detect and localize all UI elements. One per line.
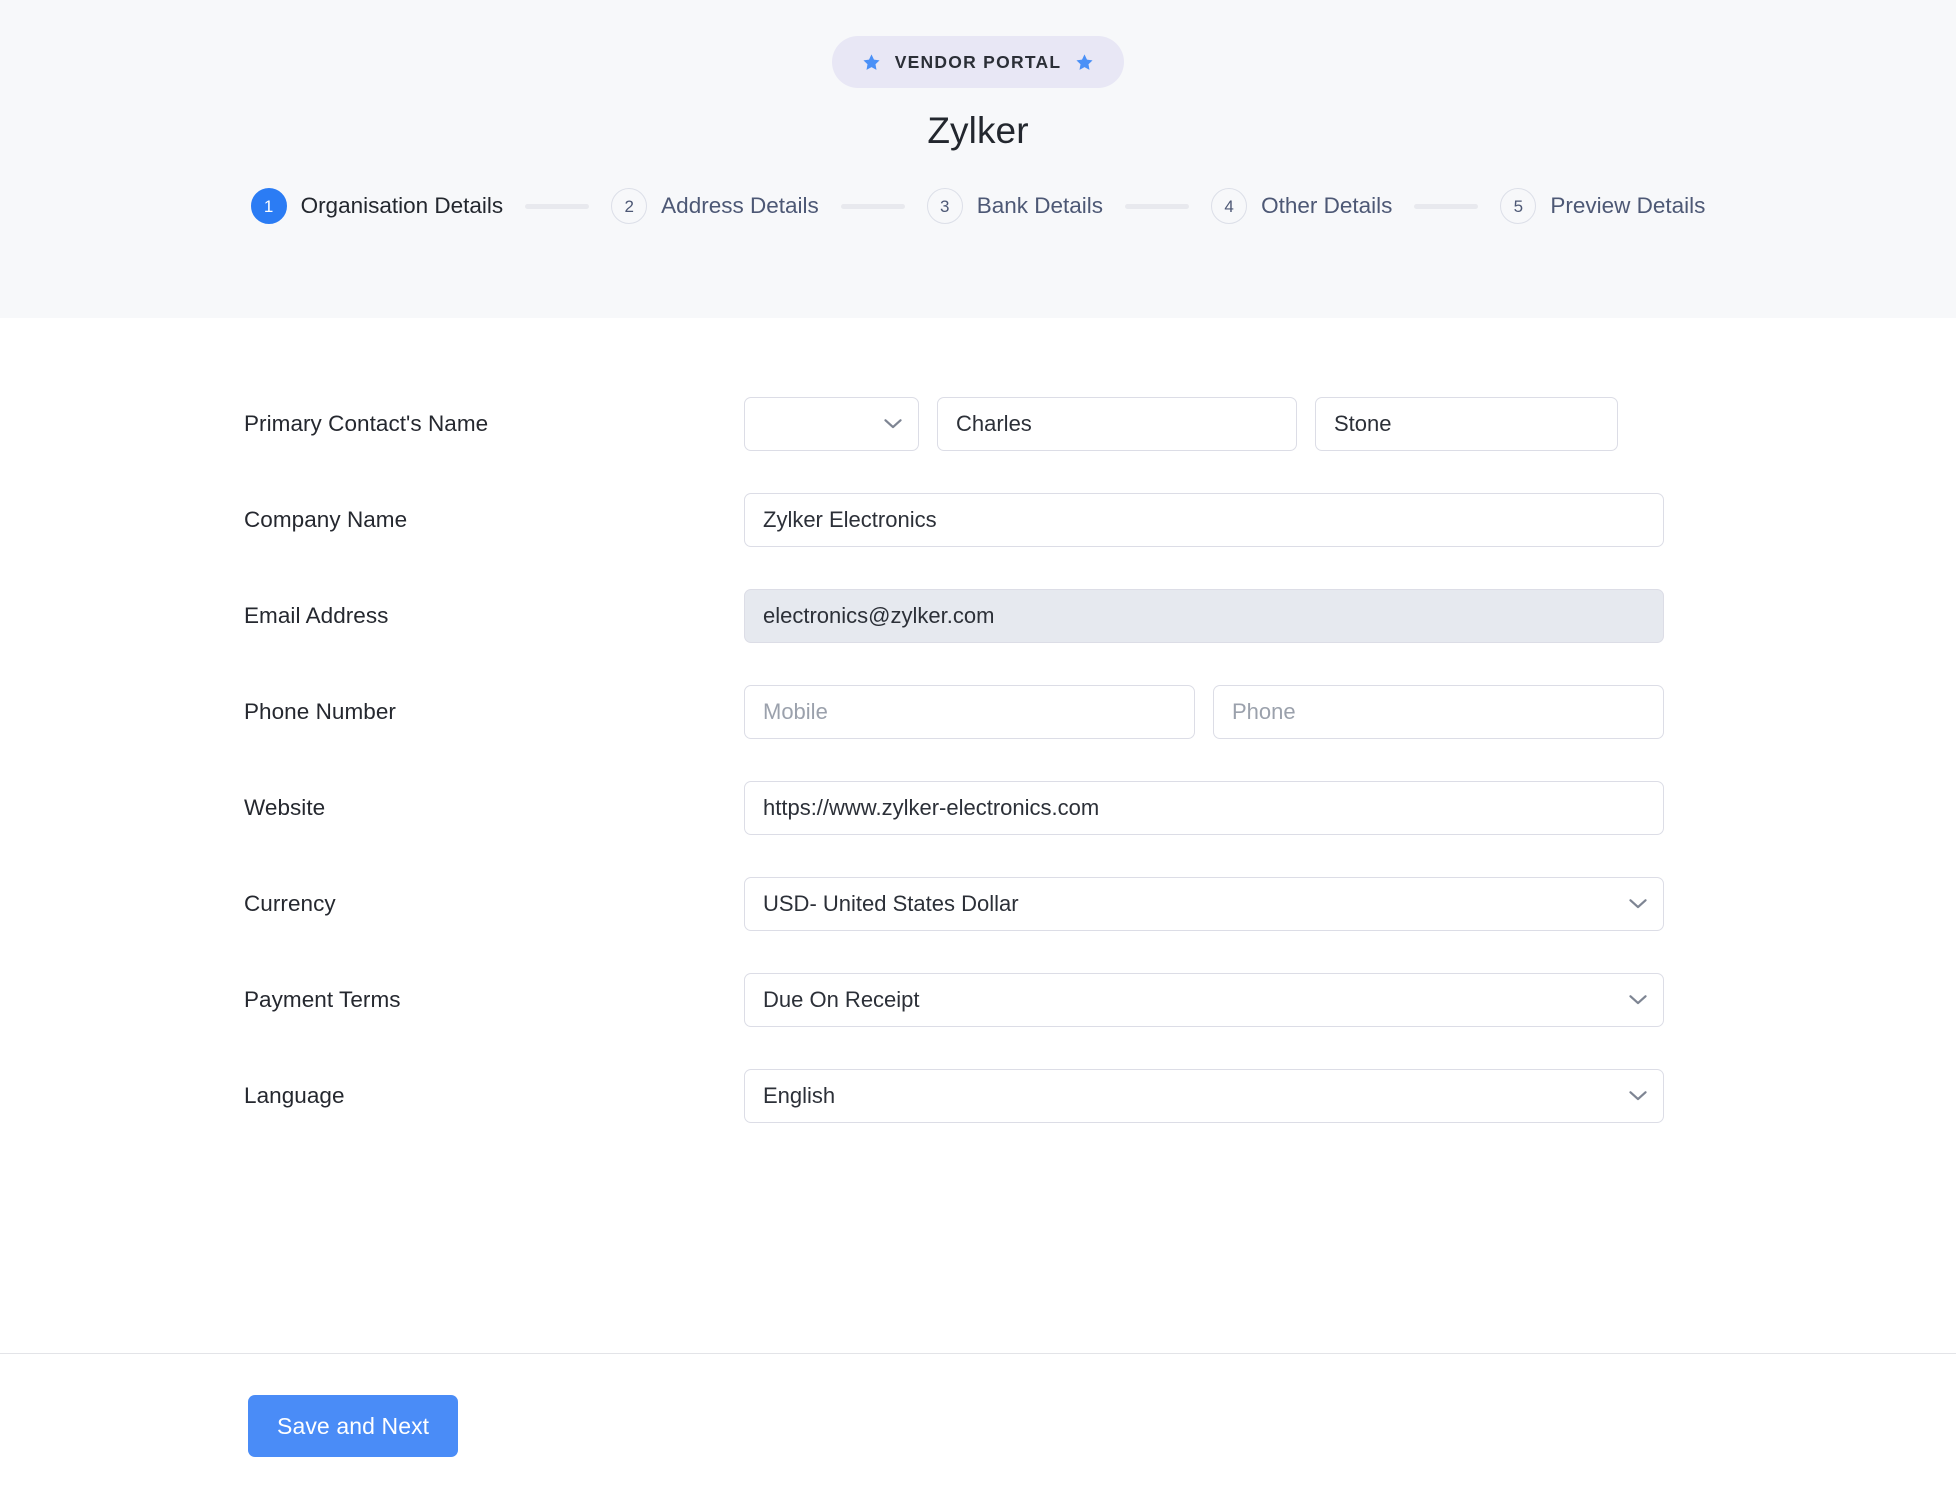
step-label: Organisation Details xyxy=(301,193,504,219)
chevron-down-icon xyxy=(884,419,902,430)
currency-value: USD- United States Dollar xyxy=(763,891,1019,917)
field-label-primary-contact-name: Primary Contact's Name xyxy=(244,411,744,437)
form-row-email-address: Email Address electronics@zylker.com xyxy=(0,568,1956,664)
chevron-down-icon xyxy=(1629,1091,1647,1102)
language-select[interactable]: English xyxy=(744,1069,1664,1123)
company-name-input[interactable]: Zylker Electronics xyxy=(744,493,1664,547)
vendor-portal-page: VENDOR PORTAL Zylker 1 Organisation Deta… xyxy=(0,0,1956,1498)
form-body: Primary Contact's Name Charles Stone xyxy=(0,318,1956,1353)
field-controls: Due On Receipt xyxy=(744,973,1664,1027)
mobile-placeholder: Mobile xyxy=(763,699,828,725)
stepper-connector xyxy=(525,204,589,209)
first-name-input[interactable]: Charles xyxy=(937,397,1297,451)
step-label: Preview Details xyxy=(1550,193,1705,219)
stepper-connector xyxy=(1125,204,1189,209)
field-controls: English xyxy=(744,1069,1664,1123)
email-address-value: electronics@zylker.com xyxy=(763,603,994,629)
form-row-currency: Currency USD- United States Dollar xyxy=(0,856,1956,952)
field-label-email-address: Email Address xyxy=(244,603,744,629)
save-and-next-button[interactable]: Save and Next xyxy=(248,1395,458,1457)
form-row-website: Website https://www.zylker-electronics.c… xyxy=(0,760,1956,856)
last-name-input[interactable]: Stone xyxy=(1315,397,1618,451)
field-label-company-name: Company Name xyxy=(244,507,744,533)
stepper-connector xyxy=(1414,204,1478,209)
chevron-down-icon xyxy=(1629,899,1647,910)
badge-row: VENDOR PORTAL xyxy=(0,36,1956,88)
step-number-badge: 2 xyxy=(611,188,647,224)
page-title: Zylker xyxy=(0,110,1956,152)
step-label: Other Details xyxy=(1261,193,1392,219)
mobile-input[interactable]: Mobile xyxy=(744,685,1195,739)
step-label: Address Details xyxy=(661,193,819,219)
form-row-phone-number: Phone Number Mobile Phone xyxy=(0,664,1956,760)
form-row-payment-terms: Payment Terms Due On Receipt xyxy=(0,952,1956,1048)
field-controls: Zylker Electronics xyxy=(744,493,1664,547)
page-footer: Save and Next xyxy=(0,1354,1956,1498)
form-row-primary-contact-name: Primary Contact's Name Charles Stone xyxy=(0,376,1956,472)
step-number-badge: 3 xyxy=(927,188,963,224)
field-label-language: Language xyxy=(244,1083,744,1109)
company-name-value: Zylker Electronics xyxy=(763,507,937,533)
form-row-language: Language English xyxy=(0,1048,1956,1144)
page-header: VENDOR PORTAL Zylker 1 Organisation Deta… xyxy=(0,0,1956,318)
star-icon xyxy=(862,53,881,72)
vendor-portal-badge: VENDOR PORTAL xyxy=(832,36,1125,88)
field-label-currency: Currency xyxy=(244,891,744,917)
step-number-badge: 4 xyxy=(1211,188,1247,224)
phone-placeholder: Phone xyxy=(1232,699,1296,725)
first-name-value: Charles xyxy=(956,411,1032,437)
stepper-step-bank-details[interactable]: 3 Bank Details xyxy=(927,188,1103,224)
stepper-step-organisation-details[interactable]: 1 Organisation Details xyxy=(251,188,504,224)
salutation-select[interactable] xyxy=(744,397,919,451)
language-value: English xyxy=(763,1083,835,1109)
organisation-details-form: Primary Contact's Name Charles Stone xyxy=(0,376,1956,1144)
last-name-value: Stone xyxy=(1334,411,1392,437)
stepper: 1 Organisation Details 2 Address Details… xyxy=(0,188,1956,224)
field-controls: USD- United States Dollar xyxy=(744,877,1664,931)
star-icon xyxy=(1075,53,1094,72)
field-controls: electronics@zylker.com xyxy=(744,589,1664,643)
field-label-payment-terms: Payment Terms xyxy=(244,987,744,1013)
step-label: Bank Details xyxy=(977,193,1103,219)
chevron-down-icon xyxy=(1629,995,1647,1006)
field-controls: https://www.zylker-electronics.com xyxy=(744,781,1664,835)
payment-terms-select[interactable]: Due On Receipt xyxy=(744,973,1664,1027)
stepper-step-other-details[interactable]: 4 Other Details xyxy=(1211,188,1392,224)
field-controls: Charles Stone xyxy=(744,397,1618,451)
email-address-input: electronics@zylker.com xyxy=(744,589,1664,643)
field-label-phone-number: Phone Number xyxy=(244,699,744,725)
currency-select[interactable]: USD- United States Dollar xyxy=(744,877,1664,931)
payment-terms-value: Due On Receipt xyxy=(763,987,920,1013)
field-label-website: Website xyxy=(244,795,744,821)
field-controls: Mobile Phone xyxy=(744,685,1664,739)
step-number-badge: 1 xyxy=(251,188,287,224)
vendor-portal-badge-label: VENDOR PORTAL xyxy=(895,52,1062,73)
step-number-badge: 5 xyxy=(1500,188,1536,224)
stepper-step-preview-details[interactable]: 5 Preview Details xyxy=(1500,188,1705,224)
form-row-company-name: Company Name Zylker Electronics xyxy=(0,472,1956,568)
website-value: https://www.zylker-electronics.com xyxy=(763,795,1099,821)
website-input[interactable]: https://www.zylker-electronics.com xyxy=(744,781,1664,835)
stepper-step-address-details[interactable]: 2 Address Details xyxy=(611,188,819,224)
phone-input[interactable]: Phone xyxy=(1213,685,1664,739)
stepper-connector xyxy=(841,204,905,209)
